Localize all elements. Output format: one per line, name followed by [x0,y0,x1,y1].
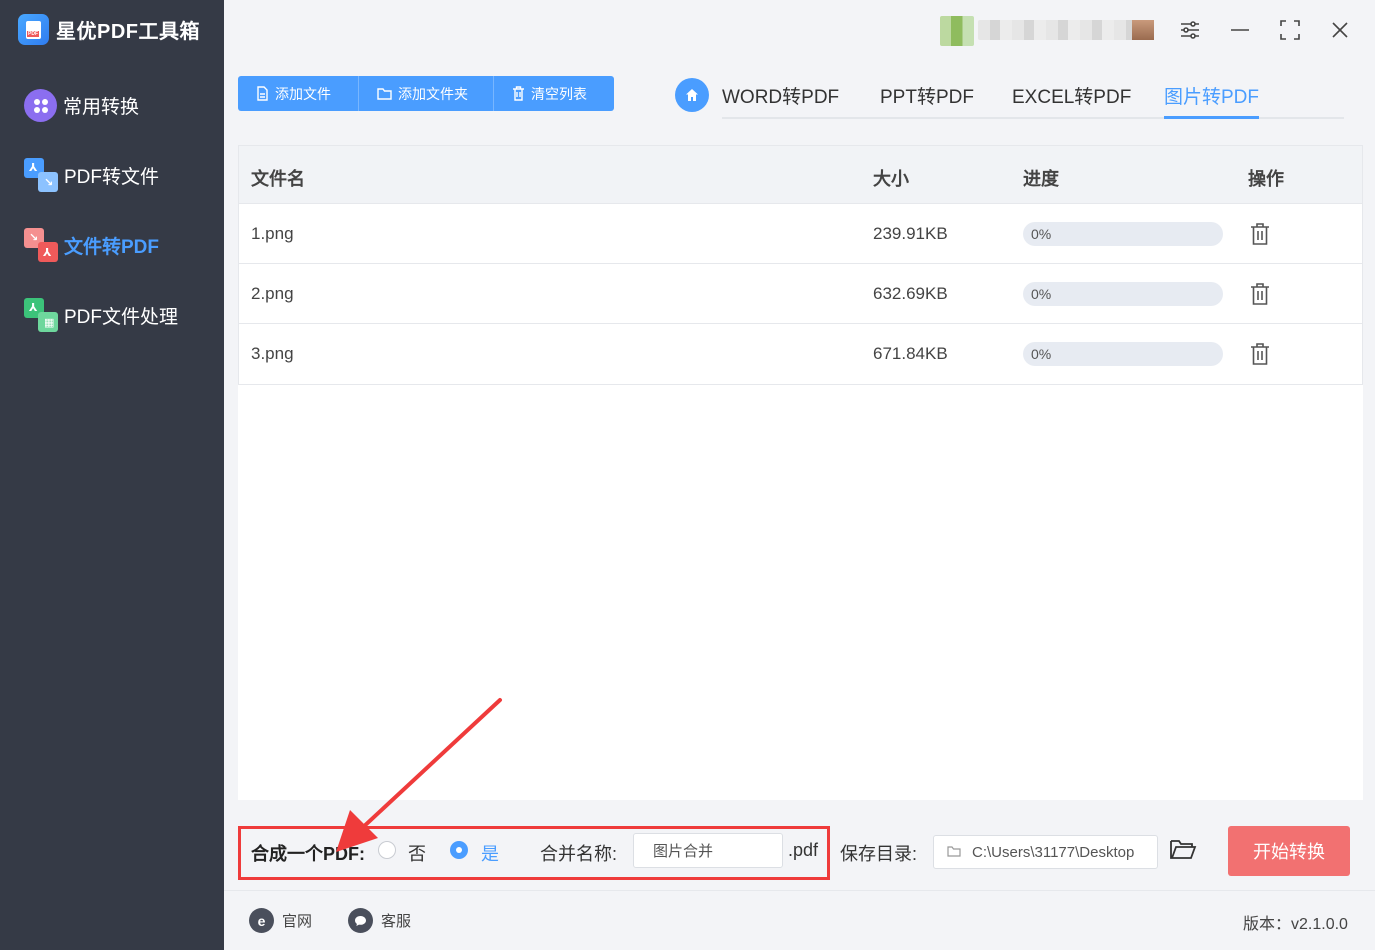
file-size: 239.91KB [873,224,948,243]
clear-list-label: 清空列表 [531,85,587,102]
apps-icon [24,89,57,122]
sidebar-item-label: 文件转PDF [64,236,160,258]
file-size: 632.69KB [873,284,948,303]
merge-pdf-label: 合成一个PDF: [251,844,365,864]
support-label: 客服 [381,913,412,930]
table-row[interactable]: 3.png 671.84KB 0% [239,324,1362,384]
sidebar-item-file-to-pdf[interactable]: ↘ ⅄ 文件转PDF [24,228,159,262]
file-to-pdf-icon: ↘ ⅄ [24,228,58,262]
table-row[interactable]: 1.png 239.91KB 0% [239,204,1362,264]
add-file-button[interactable]: 添加文件 [238,76,359,111]
merge-yes-radio[interactable] [450,841,468,859]
support-link[interactable]: 客服 [348,908,411,933]
home-button[interactable] [675,78,709,112]
merge-name-label: 合并名称: [540,844,618,864]
add-folder-button[interactable]: 添加文件夹 [359,76,494,111]
delete-row-icon[interactable] [1249,342,1271,371]
progress-bar: 0% [1023,282,1223,306]
file-name: 3.png [251,344,294,363]
file-list-panel: 文件名 大小 进度 操作 1.png 239.91KB 0% 2.png 632… [238,145,1363,800]
tab-excel-to-pdf[interactable]: EXCEL转PDF [1012,82,1131,119]
folder-icon [377,88,392,100]
trash-icon [513,86,524,101]
header-progress: 进度 [1023,169,1059,189]
merge-no-radio[interactable] [378,841,396,859]
sidebar: 星优PDF工具箱 常用转换 ⅄ ↘ PDF转文件 ↘ ⅄ 文件转PDF ⅄ ▦ [0,0,224,950]
settings-icon[interactable] [1176,16,1204,44]
maximize-icon[interactable] [1276,16,1304,44]
version-text: 版本：v2.1.0.0 [1243,916,1348,933]
progress-text: 0% [1031,226,1052,242]
table-header: 文件名 大小 进度 操作 [239,146,1362,204]
tab-image-to-pdf[interactable]: 图片转PDF [1164,82,1260,119]
clear-list-button[interactable]: 清空列表 [494,76,614,111]
merge-name-input[interactable] [633,833,783,868]
home-icon [686,89,698,101]
conversion-tabs: WORD转PDF PPT转PDF EXCEL转PDF 图片转PDF [722,76,1344,119]
file-name: 1.png [251,224,294,243]
app-logo-icon [18,14,49,45]
file-size: 671.84KB [873,344,948,363]
start-convert-button[interactable]: 开始转换 [1228,826,1350,876]
table-row[interactable]: 2.png 632.69KB 0% [239,264,1362,324]
file-toolbar: 添加文件 添加文件夹 清空列表 [238,76,614,111]
browse-folder-icon[interactable] [1169,837,1197,866]
website-link[interactable]: e 官网 [249,908,312,933]
website-label: 官网 [282,913,313,930]
sidebar-item-label: PDF文件处理 [64,306,179,328]
app-brand: 星优PDF工具箱 [18,14,200,45]
add-folder-label: 添加文件夹 [398,85,468,102]
save-dir-input[interactable] [933,835,1158,869]
sidebar-item-label: 常用转换 [63,97,140,118]
ie-icon: e [249,908,274,933]
delete-row-icon[interactable] [1249,282,1271,311]
pdf-process-icon: ⅄ ▦ [24,298,58,332]
header-action: 操作 [1248,169,1284,189]
pdf-to-file-icon: ⅄ ↘ [24,158,58,192]
sidebar-item-pdf-to-file[interactable]: ⅄ ↘ PDF转文件 [24,158,159,192]
progress-bar: 0% [1023,222,1223,246]
file-icon [257,86,268,101]
delete-row-icon[interactable] [1249,222,1271,251]
folder-outline-icon [947,844,961,862]
minimize-icon[interactable] [1226,16,1254,44]
progress-text: 0% [1031,286,1052,302]
header-size: 大小 [873,169,909,189]
sidebar-item-label: PDF转文件 [64,166,160,188]
file-name: 2.png [251,284,294,303]
sidebar-item-pdf-process[interactable]: ⅄ ▦ PDF文件处理 [24,298,178,332]
merge-yes-label: 是 [481,844,499,864]
close-icon[interactable] [1326,16,1354,44]
progress-text: 0% [1031,346,1052,362]
app-title: 星优PDF工具箱 [56,21,200,43]
sidebar-item-common-convert[interactable]: 常用转换 [24,89,139,122]
tab-word-to-pdf[interactable]: WORD转PDF [722,82,839,119]
save-dir-label: 保存目录: [840,844,918,864]
merge-no-label: 否 [408,844,426,864]
header-file-name: 文件名 [251,169,305,189]
file-table: 文件名 大小 进度 操作 1.png 239.91KB 0% 2.png 632… [238,145,1363,385]
avatar[interactable] [940,16,974,46]
progress-bar: 0% [1023,342,1223,366]
pdf-extension-label: .pdf [788,840,819,860]
add-file-label: 添加文件 [275,85,331,102]
username-blurred [978,20,1154,40]
chat-icon [348,908,373,933]
tab-ppt-to-pdf[interactable]: PPT转PDF [880,82,974,119]
